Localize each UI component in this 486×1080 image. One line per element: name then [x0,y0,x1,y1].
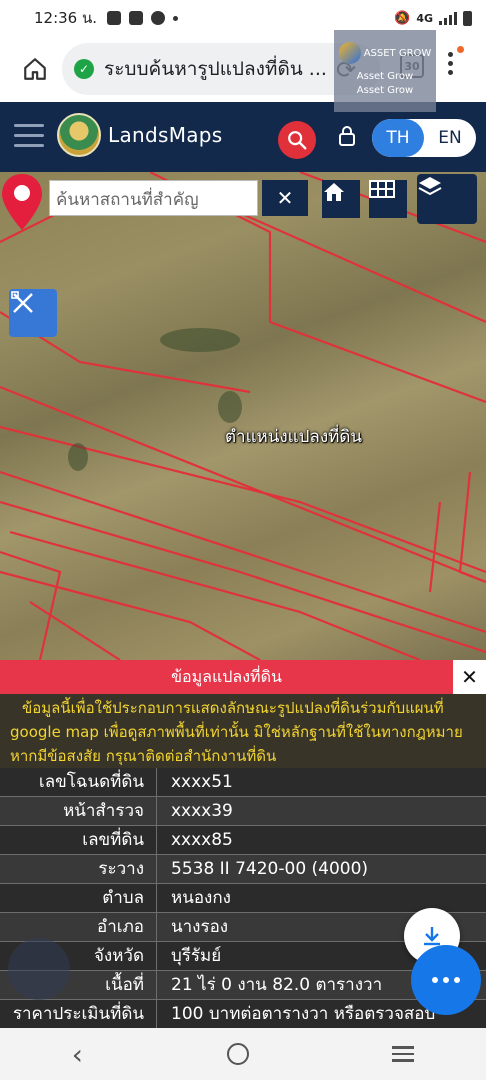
lock-icon [339,126,355,146]
watermark-line2: Asset Grow [356,85,414,96]
notice-line: หากมีข้อสงสัย กรุณาติดต่อสำนักงานที่ดิน [10,747,277,765]
table-row: เลขโฉนดที่ดิน xxxx51 [0,767,486,797]
disclaimer-notice: ข้อมูลนี้เพื่อใช้ประกอบการแสดงลักษณะรูปแ… [0,694,486,768]
browser-home-button[interactable] [0,56,70,82]
watermark-logo: ASSET GROW [334,42,436,64]
app-header: LandsMaps TH EN [0,102,486,172]
close-info-button[interactable]: ✕ [453,660,486,694]
row-key: เลขที่ดิน [0,825,157,855]
location-pin-icon[interactable] [0,172,44,232]
table-row: ระวาง 5538 II 7420-00 (4000) [0,854,486,884]
row-key: อำเภอ [0,912,157,942]
layers-icon [418,177,442,196]
parcel-boundaries [0,172,486,660]
asset-grow-logo-icon [338,42,361,64]
gallery-icon [107,11,122,25]
hamburger-menu-icon[interactable] [14,124,44,147]
more-notifications-icon [173,15,179,21]
recent-apps-icon[interactable] [392,1046,415,1062]
row-value: 21 ไร่ 0 งาน 82.0 ตารางวา [171,974,383,995]
language-toggle: TH EN [372,119,476,157]
map-view[interactable]: ค้นหาสถานที่สำคัญ ✕ ตำแหน่งแปลงที่ดิน [0,172,486,660]
place-search-input[interactable]: ค้นหาสถานที่สำคัญ [49,180,258,216]
table-row: เลขที่ดิน xxxx85 [0,825,486,855]
row-value: บุรีรัมย์ [171,945,222,966]
row-key: หน้าสำรวจ [0,796,157,826]
help-icon [151,11,166,25]
layers-button[interactable] [417,174,477,224]
search-button[interactable] [278,121,316,159]
watermark-line1: Asset Grow [356,71,414,82]
grid-icon [369,180,395,198]
url-text: ระบบค้นหารูปแปลงที่ดิน ... [104,58,327,80]
house-icon [324,183,344,201]
locate-me-button[interactable] [8,938,70,1000]
row-key: ระวาง [0,854,157,884]
table-row: ราคาประเมินที่ดิน 100 บาทต่อตารางวา หรือต… [0,999,486,1029]
home-icon [24,58,46,80]
row-value: นางรอง [171,916,229,937]
row-key: ตำบล [0,883,157,913]
home-map-button[interactable] [322,180,360,218]
row-key: ราคาประเมินที่ดิน [0,999,157,1029]
row-key: เลขโฉนดที่ดิน [0,767,157,797]
login-button[interactable] [338,126,356,150]
more-actions-button[interactable] [411,945,481,1015]
mute-icon: 🔕 [394,10,411,26]
home-circle-icon[interactable] [226,1043,249,1065]
app-brand: LandsMaps [108,123,223,147]
url-bar[interactable]: ✓ ระบบค้นหารูปแปลงที่ดิน ... [62,43,380,95]
notice-line: google map เพื่อดูสภาพพื้นที่เท่านั้น มิ… [10,723,463,741]
update-badge [457,46,464,53]
row-value: xxxx85 [171,829,233,850]
watermark-brand: ASSET GROW [363,47,432,59]
row-value: หนองกง [171,887,231,908]
ruler-pencil-icon [11,291,33,313]
secure-shield-icon: ✓ [74,59,94,79]
grid-map-button[interactable] [369,180,407,218]
lang-en-button[interactable]: EN [424,119,476,157]
row-value: 5538 II 7420-00 (4000) [171,858,369,879]
network-label: 4G [416,11,433,25]
lang-th-button[interactable]: TH [372,119,424,157]
back-icon[interactable]: ‹ [72,1038,83,1071]
status-time: 12:36 น. [34,9,98,27]
notice-line: ข้อมูลนี้เพื่อใช้ประกอบการแสดงลักษณะรูปแ… [22,699,444,717]
search-icon [288,131,307,150]
screen: 12:36 น. 🔕 4G ✓ ระบบค้นหารูปแปลงที่ดิน .… [0,0,486,1080]
browser-menu-button[interactable] [448,46,464,75]
table-row: หน้าสำรวจ xxxx39 [0,796,486,826]
pin-label: ตำแหน่งแปลงที่ดิน [225,427,363,447]
table-row: ตำบล หนองกง [0,883,486,913]
clear-search-button[interactable]: ✕ [262,180,308,216]
system-nav-bar: ‹ [0,1028,486,1080]
row-value: 100 บาทต่อตารางวา หรือตรวจสอบ [171,1003,436,1024]
status-notification-icons [107,11,179,25]
watermark: ASSET GROW Asset Grow Asset Grow [334,30,436,112]
signal-icon [439,11,457,25]
info-panel-header: ข้อมูลแปลงที่ดิน [0,660,453,694]
status-system-icons: 🔕 4G [394,10,472,26]
draw-tool-button[interactable] [9,289,57,337]
message-icon [129,11,144,25]
department-seal-logo [57,113,101,157]
battery-icon [463,10,472,26]
row-value: xxxx51 [171,771,233,792]
row-value: xxxx39 [171,800,233,821]
